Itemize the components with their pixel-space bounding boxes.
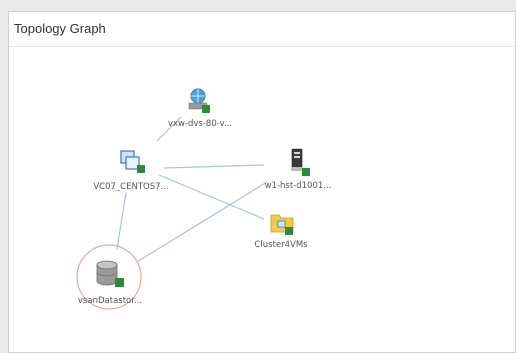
- node-label-vxw: vxw-dvs-80-v...: [168, 119, 232, 129]
- status-ok-icon: [115, 278, 124, 287]
- graph-canvas[interactable]: vxw-dvs-80-v... VC07_CENTOS7... w1-hst-d…: [9, 47, 515, 352]
- node-vc07[interactable]: VC07_CENTOS7...: [93, 150, 169, 192]
- node-vsan[interactable]: vsanDatastor...: [78, 260, 142, 306]
- edge-vc07-w1: [163, 164, 265, 169]
- topology-svg[interactable]: vxw-dvs-80-v... VC07_CENTOS7... w1-hst-d…: [9, 47, 516, 352]
- host-server-icon: [291, 148, 310, 176]
- panel-title: Topology Graph: [14, 21, 106, 36]
- node-label-w1: w1-hst-d1001...: [265, 181, 332, 191]
- node-label-cluster: Cluster4VMs: [254, 240, 308, 250]
- network-portgroup-icon: [188, 88, 210, 113]
- panel-header: Topology Graph: [9, 12, 515, 47]
- edge-w1-vsan: [136, 181, 268, 263]
- status-ok-icon: [302, 168, 310, 176]
- node-label-vc07: VC07_CENTOS7...: [93, 182, 168, 192]
- edge-vc07-cluster: [158, 174, 265, 220]
- node-vxw[interactable]: vxw-dvs-80-v...: [168, 88, 232, 129]
- node-label-vsan: vsanDatastor...: [78, 296, 142, 306]
- status-ok-icon: [285, 227, 293, 235]
- datastore-icon: [96, 260, 124, 287]
- topology-graph-panel: Topology Graph vxw-dvs-80-v... VC07_CENT…: [8, 11, 516, 353]
- status-ok-icon: [137, 165, 145, 173]
- cluster-folder-icon: [270, 214, 294, 235]
- node-cluster[interactable]: Cluster4VMs: [254, 214, 308, 250]
- node-w1[interactable]: w1-hst-d1001...: [265, 148, 332, 191]
- virtual-machine-icon: [120, 150, 145, 173]
- edge-vc07-vsan: [116, 192, 127, 250]
- status-ok-icon: [202, 105, 210, 113]
